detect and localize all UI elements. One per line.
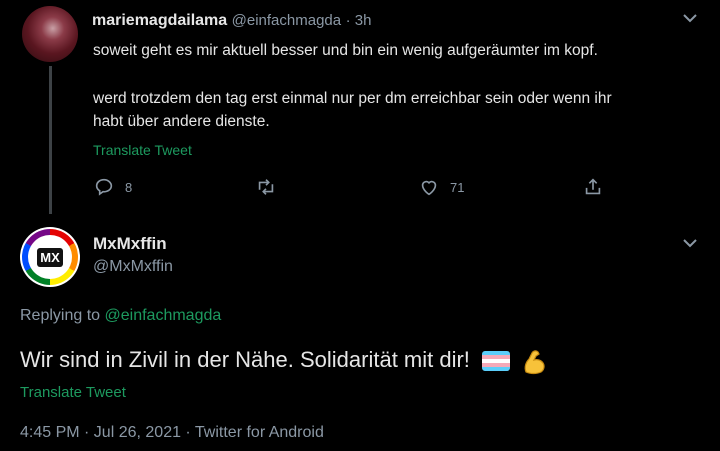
like-icon (421, 180, 437, 196)
like-button[interactable]: 71 (418, 176, 464, 198)
replying-to: Replying to @einfachmagda (20, 307, 221, 325)
translate-tweet-link[interactable]: Translate Tweet (93, 142, 192, 158)
replying-to-label: Replying to (20, 307, 101, 324)
tweet-meta[interactable]: 4:45 PM · Jul 26, 2021 · Twitter for And… (20, 424, 324, 442)
tweet-text: Wir sind in Zivil in der Nähe. Solidarit… (20, 346, 550, 376)
trans-flag-emoji (482, 351, 511, 371)
handle[interactable]: @MxMxffin (93, 258, 173, 276)
tweet-text-line: soweit geht es mir aktuell besser und bi… (93, 42, 598, 59)
avatar[interactable] (22, 6, 78, 62)
reply-count: 8 (125, 179, 133, 195)
reply-button[interactable]: 8 (93, 176, 132, 198)
avatar-logo-text: MX (37, 247, 63, 267)
translate-tweet-link[interactable]: Translate Tweet (20, 384, 126, 401)
share-icon (585, 178, 601, 195)
tweet-text-content: Wir sind in Zivil in der Nähe. Solidarit… (20, 346, 470, 372)
flexed-biceps-emoji (524, 350, 545, 375)
reply-icon (95, 178, 113, 196)
tweet-text-line: werd trotzdem den tag erst einmal nur pe… (93, 90, 612, 107)
tweet-header: mariemagdailama @einfachmagda · 3h (92, 12, 371, 30)
retweet-icon (258, 179, 274, 195)
share-button[interactable] (582, 176, 604, 198)
replying-to-handle-link[interactable]: @einfachmagda (105, 307, 222, 324)
chevron-down-icon[interactable] (680, 8, 700, 33)
tweet-text-line: habt über andere dienste. (93, 113, 270, 130)
chevron-down-icon[interactable] (680, 233, 700, 258)
display-name[interactable]: mariemagdailama (92, 12, 227, 29)
retweet-button[interactable] (255, 176, 277, 198)
display-name[interactable]: MxMxffin (93, 234, 167, 254)
timestamp[interactable]: · 3h (346, 12, 372, 29)
avatar[interactable]: MX (20, 227, 80, 287)
like-count: 71 (450, 179, 465, 195)
handle[interactable]: @einfachmagda (232, 12, 341, 29)
thread-connector-line (49, 66, 52, 214)
avatar-inner: MX (28, 235, 72, 279)
